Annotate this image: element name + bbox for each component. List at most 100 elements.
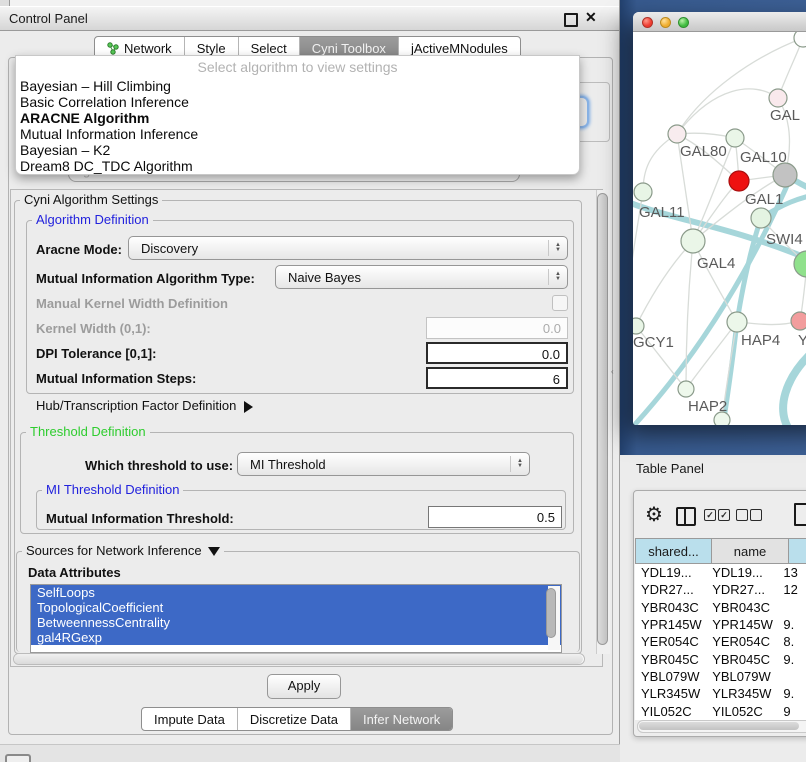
settings-hscrollbar-thumb[interactable] bbox=[14, 654, 583, 664]
kernel-width-input[interactable]: 0.0 bbox=[426, 317, 568, 339]
node-label-hap4: HAP4 bbox=[741, 332, 780, 349]
algorithm-option-basic-correlation-inference[interactable]: Basic Correlation Inference bbox=[16, 94, 579, 110]
mi-steps-input[interactable]: 6 bbox=[426, 367, 568, 389]
which-threshold-combo[interactable]: MI Threshold ▲▼ bbox=[237, 452, 530, 476]
partial-toolbar-button[interactable] bbox=[5, 754, 31, 762]
sources-group-title: Sources for Network Inference bbox=[26, 543, 202, 558]
apply-button[interactable]: Apply bbox=[267, 674, 341, 699]
network-node-gal1[interactable] bbox=[729, 171, 749, 191]
network-view-window[interactable]: GALGAL80GAL10GAL1GAL11SWI4GAL4GCY1HAP4YH… bbox=[633, 12, 806, 425]
node-label-y: Y bbox=[798, 332, 806, 349]
close-traffic-light-icon[interactable] bbox=[642, 17, 653, 28]
mi-threshold-input[interactable]: 0.5 bbox=[428, 506, 562, 528]
network-graph: GALGAL80GAL10GAL1GAL11SWI4GAL4GCY1HAP4YH… bbox=[633, 32, 806, 425]
node-label-gal: GAL bbox=[770, 107, 800, 124]
table-cell: 12 bbox=[777, 582, 806, 597]
aracne-mode-label: Aracne Mode: bbox=[36, 242, 122, 257]
attributes-scrollbar-thumb[interactable] bbox=[546, 588, 556, 638]
algorithm-option-bayesian-hill-climbing[interactable]: Bayesian – Hill Climbing bbox=[16, 78, 579, 94]
mi-threshold-label: Mutual Information Threshold: bbox=[46, 511, 234, 526]
table-cell: YBR045C bbox=[635, 652, 706, 667]
aracne-mode-value: Discovery bbox=[129, 241, 548, 256]
algorithm-option-bayesian-k2[interactable]: Bayesian – K2 bbox=[16, 142, 579, 158]
network-node-gcy1[interactable] bbox=[633, 318, 644, 334]
network-node[interactable] bbox=[794, 32, 806, 47]
attribute-item-selfloops[interactable]: SelfLoops bbox=[31, 585, 561, 600]
network-window-titlebar[interactable] bbox=[633, 12, 806, 32]
algorithm-option-dream8-dc-tdc-algorithm[interactable]: Dream8 DC_TDC Algorithm bbox=[16, 158, 579, 174]
control-panel-titlebar[interactable]: Control Panel bbox=[0, 6, 620, 31]
network-node-gal[interactable] bbox=[769, 89, 787, 107]
stepper-arrows-icon: ▲▼ bbox=[548, 240, 567, 256]
tab-impute-data[interactable]: Impute Data bbox=[142, 708, 238, 730]
table-hscrollbar-thumb[interactable] bbox=[639, 722, 799, 730]
export-table-icon[interactable] bbox=[794, 503, 806, 526]
table-cell: YBL079W bbox=[706, 669, 777, 684]
column-header-shared[interactable]: shared... bbox=[635, 538, 712, 564]
table-cell: YBR045C bbox=[706, 652, 777, 667]
network-node-gal10[interactable] bbox=[726, 129, 744, 147]
network-node-hap4[interactable] bbox=[727, 312, 747, 332]
data-attributes-list[interactable]: SelfLoopsTopologicalCoefficientBetweenne… bbox=[30, 584, 562, 653]
node-label-gcy1: GCY1 bbox=[633, 334, 674, 351]
column-header-name[interactable]: name bbox=[712, 538, 789, 564]
expander-down-icon bbox=[208, 547, 220, 556]
tab-label: jActiveMNodules bbox=[411, 41, 508, 56]
network-node-gal11[interactable] bbox=[634, 183, 652, 201]
select-all-columns-icon[interactable]: ✓ bbox=[718, 509, 730, 521]
minimize-traffic-light-icon[interactable] bbox=[660, 17, 671, 28]
table-row[interactable]: YBR043CYBR043C bbox=[635, 599, 806, 616]
attribute-item-betweennesscentrality[interactable]: BetweennessCentrality bbox=[31, 615, 561, 630]
table-row[interactable]: YLR345WYLR345W9. bbox=[635, 685, 806, 702]
manual-kernel-label: Manual Kernel Width Definition bbox=[36, 296, 228, 311]
maximize-icon[interactable] bbox=[564, 13, 578, 27]
tab-infer-network[interactable]: Infer Network bbox=[351, 708, 452, 730]
network-node-gal4[interactable] bbox=[681, 229, 705, 253]
table-row[interactable]: YBL079WYBL079W bbox=[635, 668, 806, 685]
sources-expander[interactable]: Sources for Network Inference bbox=[22, 544, 224, 557]
network-node-y[interactable] bbox=[791, 312, 806, 330]
table-header-row: shared...nameA bbox=[635, 538, 806, 564]
attribute-item-topologicalcoefficient[interactable]: TopologicalCoefficient bbox=[31, 600, 561, 615]
table-row[interactable]: YDR27...YDR27...12 bbox=[635, 581, 806, 598]
table-cell: YDL19... bbox=[706, 565, 777, 580]
settings-vscrollbar-thumb[interactable] bbox=[597, 193, 608, 645]
table-cell: YER054C bbox=[635, 634, 706, 649]
stepper-arrows-icon: ▲▼ bbox=[548, 269, 567, 285]
manual-kernel-checkbox[interactable] bbox=[552, 295, 568, 311]
table-row[interactable]: YER054CYER054C8. bbox=[635, 633, 806, 650]
algorithm-definition-title: Algorithm Definition bbox=[32, 213, 153, 226]
close-icon[interactable]: ✕ bbox=[585, 9, 597, 26]
aracne-mode-combo[interactable]: Discovery ▲▼ bbox=[128, 236, 568, 260]
table-row[interactable]: YIL052CYIL052C9 bbox=[635, 702, 806, 719]
table-cell: YPR145W bbox=[635, 617, 706, 632]
algorithm-option-mutual-information-inference[interactable]: Mutual Information Inference bbox=[16, 126, 579, 142]
network-node-hap2[interactable] bbox=[678, 381, 694, 397]
table-hscrollbar-track[interactable] bbox=[637, 720, 806, 733]
deselect-all-columns-icon[interactable] bbox=[750, 509, 762, 521]
mi-type-label: Mutual Information Algorithm Type: bbox=[36, 271, 255, 286]
algorithm-option-aracne-algorithm[interactable]: ARACNE Algorithm bbox=[16, 110, 579, 126]
network-canvas[interactable]: GALGAL80GAL10GAL1GAL11SWI4GAL4GCY1HAP4YH… bbox=[633, 32, 806, 425]
split-view-icon[interactable] bbox=[676, 507, 696, 526]
table-cell: YPR145W bbox=[706, 617, 777, 632]
deselect-all-columns-icon[interactable] bbox=[736, 509, 748, 521]
dpi-tolerance-input[interactable]: 0.0 bbox=[426, 342, 568, 364]
hub-definition-expander[interactable]: Hub/Transcription Factor Definition bbox=[36, 398, 253, 413]
which-threshold-value: MI Threshold bbox=[238, 457, 510, 472]
network-node[interactable] bbox=[773, 163, 797, 187]
zoom-traffic-light-icon[interactable] bbox=[678, 17, 689, 28]
network-node-swi4[interactable] bbox=[751, 208, 771, 228]
table-row[interactable]: YBR045CYBR045C9. bbox=[635, 650, 806, 667]
table-row[interactable]: YDL19...YDL19...13 bbox=[635, 564, 806, 581]
select-all-columns-icon[interactable]: ✓ bbox=[704, 509, 716, 521]
column-header-a[interactable]: A bbox=[789, 538, 806, 564]
gear-icon[interactable]: ⚙ bbox=[645, 502, 663, 527]
attribute-item-gal4rgexp[interactable]: gal4RGexp bbox=[31, 630, 561, 645]
mi-type-combo[interactable]: Naive Bayes ▲▼ bbox=[275, 265, 568, 289]
network-node-gal80[interactable] bbox=[668, 125, 686, 143]
panel-resize-handle[interactable]: ‹ bbox=[611, 367, 614, 376]
tab-discretize-data[interactable]: Discretize Data bbox=[238, 708, 351, 730]
table-cell: 9. bbox=[777, 686, 806, 701]
table-row[interactable]: YPR145WYPR145W9. bbox=[635, 616, 806, 633]
